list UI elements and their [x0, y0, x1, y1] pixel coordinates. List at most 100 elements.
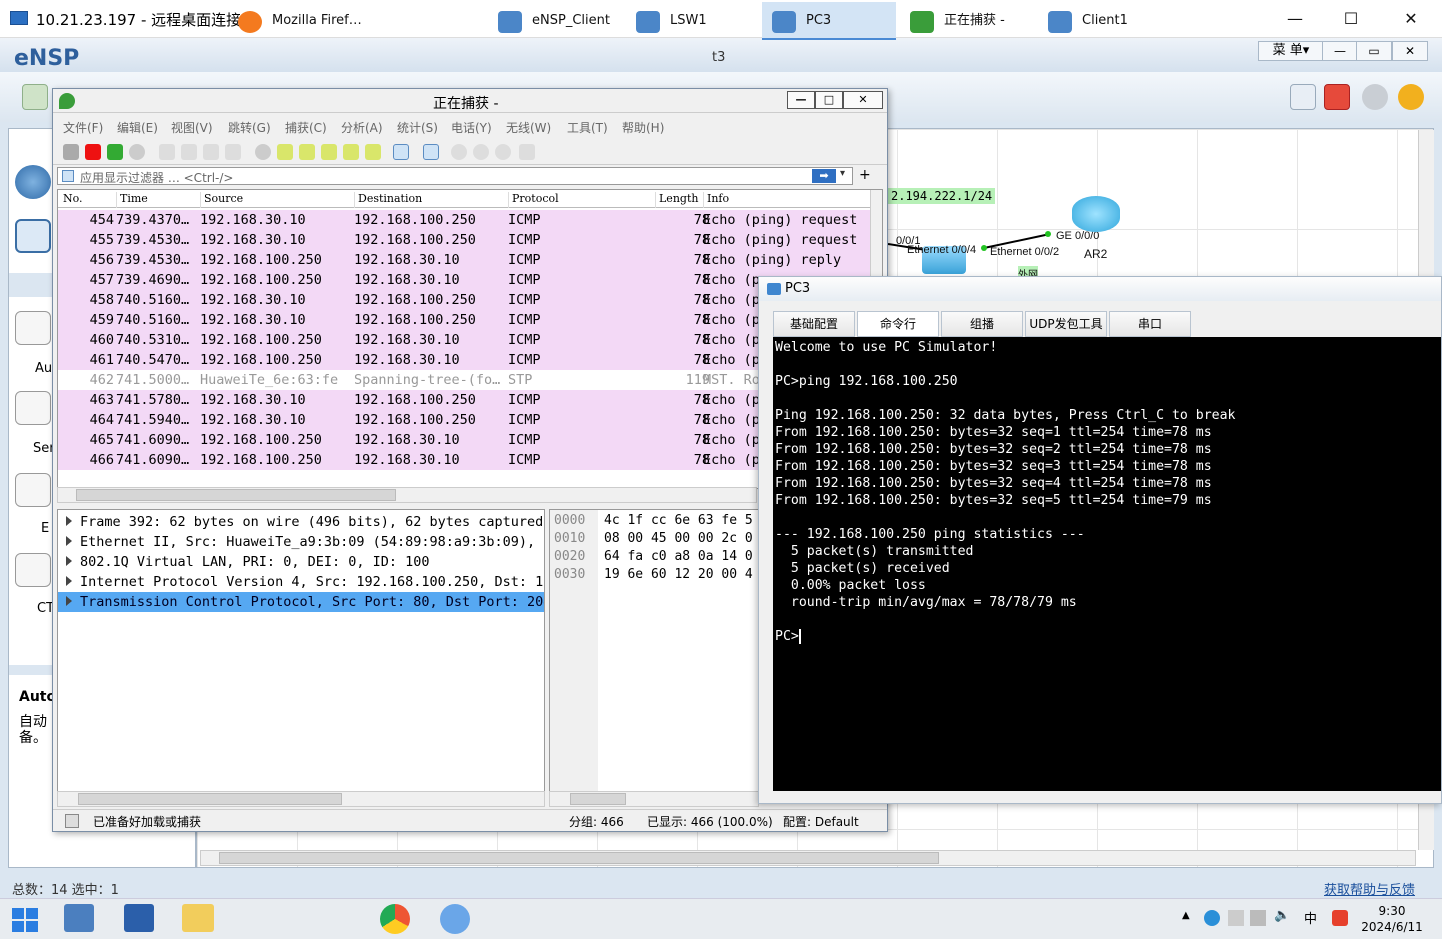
- display-tray-icon[interactable]: [1250, 910, 1266, 926]
- reload-file-icon[interactable]: [225, 144, 241, 160]
- expand-triangle-icon[interactable]: [66, 596, 72, 606]
- network-tray-icon[interactable]: [1228, 910, 1244, 926]
- chrome-icon[interactable]: [380, 904, 410, 934]
- filter-dropdown-icon[interactable]: ▾: [840, 168, 845, 179]
- details-hscroll-thumb[interactable]: [78, 793, 342, 805]
- packet-row[interactable]: 457 739.4690… 192.168.100.250 192.168.30.10…: [58, 270, 870, 290]
- stop-capture-icon[interactable]: [85, 144, 101, 160]
- ws-maximize-button[interactable]: □: [815, 91, 843, 109]
- auto-device-icon[interactable]: [15, 311, 51, 345]
- pc3-terminal[interactable]: Welcome to use PC Simulator! PC>ping 192.…: [773, 337, 1441, 791]
- packet-row[interactable]: 460 740.5310… 192.168.100.250 192.168.30.10…: [58, 330, 870, 350]
- chat-icon[interactable]: [1290, 84, 1316, 110]
- apply-filter-arrow-icon[interactable]: ➡: [812, 169, 836, 183]
- zoom-normal-icon[interactable]: [495, 144, 511, 160]
- menu-help[interactable]: 帮助(H): [622, 119, 664, 136]
- packet-row[interactable]: 466 741.6090… 192.168.100.250 192.168.30.10…: [58, 450, 870, 470]
- tab-multicast[interactable]: 组播: [941, 311, 1023, 337]
- menu-statistics[interactable]: 统计(S): [397, 119, 438, 136]
- pc-category-icon[interactable]: [15, 219, 51, 253]
- first-packet-icon[interactable]: [343, 144, 359, 160]
- edge-tray-icon[interactable]: [1204, 910, 1220, 926]
- ct-device-icon[interactable]: [15, 553, 51, 587]
- router-ar2-icon[interactable]: [1072, 196, 1120, 232]
- ime-indicator[interactable]: 中: [1304, 908, 1317, 927]
- canvas-hscroll-thumb[interactable]: [219, 852, 939, 864]
- col-info[interactable]: Info: [703, 192, 729, 208]
- close-file-icon[interactable]: [203, 144, 219, 160]
- packet-row[interactable]: 465 741.6090… 192.168.100.250 192.168.30.10…: [58, 430, 870, 450]
- ensp-restore-button[interactable]: ▭: [1356, 41, 1392, 61]
- packet-bytes[interactable]: 0000 4c 1f cc 6e 63 fe 5 0010 08 00 45 00 0…: [549, 509, 759, 807]
- ws-close-button[interactable]: ✕: [843, 91, 883, 109]
- expand-triangle-icon[interactable]: [66, 576, 72, 586]
- col-protocol[interactable]: Protocol: [508, 192, 559, 208]
- task-wireshark[interactable]: 正在捕获 -: [900, 2, 1034, 40]
- menu-capture[interactable]: 捕获(C): [285, 119, 327, 136]
- open-file-icon[interactable]: [159, 144, 175, 160]
- task-ensp-client[interactable]: eNSP_Client: [488, 2, 618, 40]
- hex-row[interactable]: 0030 19 6e 60 12 20 00 4: [550, 566, 758, 584]
- restart-capture-icon[interactable]: [107, 144, 123, 160]
- task-pc3[interactable]: PC3: [762, 2, 896, 40]
- expand-triangle-icon[interactable]: [66, 556, 72, 566]
- network-label[interactable]: 2.194.222.1/24: [888, 188, 996, 204]
- colorize-icon[interactable]: [423, 144, 439, 160]
- detail-row[interactable]: Ethernet II, Src: HuaweiTe_a9:3b:09 (54:…: [58, 532, 544, 552]
- rdp-close-button[interactable]: ✕: [1388, 6, 1434, 32]
- go-forward-icon[interactable]: [299, 144, 315, 160]
- resize-columns-icon[interactable]: [519, 144, 535, 160]
- volume-tray-icon[interactable]: 🔈: [1274, 908, 1290, 923]
- add-filter-button[interactable]: +: [859, 167, 871, 183]
- menu-file[interactable]: 文件(F): [63, 119, 103, 136]
- display-filter-bar[interactable]: 应用显示过滤器 … <Ctrl-/> ➡ ▾: [57, 167, 853, 185]
- tab-basic-config[interactable]: 基础配置: [773, 311, 855, 337]
- detail-row[interactable]: 802.1Q Virtual LAN, PRI: 0, DEI: 0, ID: …: [58, 552, 544, 572]
- hex-row[interactable]: 0000 4c 1f cc 6e 63 fe 5: [550, 512, 758, 530]
- taskbar-clock[interactable]: 9:30 2024/6/11: [1354, 903, 1430, 935]
- packet-row[interactable]: 458 740.5160… 192.168.30.10 192.168.100.250…: [58, 290, 870, 310]
- menu-analyze[interactable]: 分析(A): [341, 119, 383, 136]
- packet-row[interactable]: 456 739.4530… 192.168.100.250 192.168.30.10…: [58, 250, 870, 270]
- tab-command-line[interactable]: 命令行: [857, 311, 939, 337]
- file-explorer-icon[interactable]: [182, 904, 214, 932]
- tab-udp-tool[interactable]: UDP发包工具: [1025, 311, 1107, 337]
- packet-row[interactable]: 455 739.4530… 192.168.30.10 192.168.100.250…: [58, 230, 870, 250]
- task-client1[interactable]: Client1: [1038, 2, 1172, 40]
- ethernet-device-icon[interactable]: [15, 473, 51, 507]
- col-time[interactable]: Time: [116, 192, 148, 208]
- capture-file-icon[interactable]: [65, 814, 79, 828]
- start-capture-icon[interactable]: [63, 144, 79, 160]
- detail-row[interactable]: Internet Protocol Version 4, Src: 192.16…: [58, 572, 544, 592]
- packet-list-hscroll-thumb[interactable]: [76, 489, 396, 501]
- bytes-hscroll-thumb[interactable]: [570, 793, 626, 805]
- rdp-maximize-button[interactable]: ☐: [1328, 6, 1374, 32]
- autoscroll-icon[interactable]: [393, 144, 409, 160]
- details-hscroll[interactable]: [57, 791, 545, 807]
- go-back-icon[interactable]: [277, 144, 293, 160]
- cloud-app-icon[interactable]: [440, 904, 470, 934]
- hex-row[interactable]: 0010 08 00 45 00 00 2c 0: [550, 530, 758, 548]
- packet-details[interactable]: Frame 392: 62 bytes on wire (496 bits), …: [57, 509, 545, 807]
- zoom-in-icon[interactable]: [451, 144, 467, 160]
- ensp-menu-button[interactable]: 菜 单▾: [1258, 41, 1324, 61]
- packet-row[interactable]: 461 740.5470… 192.168.100.250 192.168.30.10…: [58, 350, 870, 370]
- menu-go[interactable]: 跳转(G): [228, 119, 271, 136]
- detail-row[interactable]: Frame 392: 62 bytes on wire (496 bits), …: [58, 512, 544, 532]
- menu-view[interactable]: 视图(V): [171, 119, 213, 136]
- go-to-packet-icon[interactable]: [321, 144, 337, 160]
- settings-gear-icon[interactable]: [1362, 84, 1388, 110]
- serial-device-icon[interactable]: [15, 391, 51, 425]
- menu-tools[interactable]: 工具(T): [567, 119, 608, 136]
- task-lsw1[interactable]: LSW1: [626, 2, 756, 40]
- capture-options-icon[interactable]: [129, 144, 145, 160]
- windows-start-icon[interactable]: [12, 908, 38, 932]
- ensp-close-button[interactable]: ✕: [1392, 41, 1428, 61]
- hex-row[interactable]: 0020 64 fa c0 a8 0a 14 0: [550, 548, 758, 566]
- powershell-icon[interactable]: [124, 904, 154, 932]
- router-category-icon[interactable]: [15, 165, 51, 199]
- menu-edit[interactable]: 编辑(E): [117, 119, 158, 136]
- expand-triangle-icon[interactable]: [66, 536, 72, 546]
- help-icon[interactable]: [1398, 84, 1424, 110]
- canvas-horizontal-scrollbar[interactable]: [200, 850, 1416, 866]
